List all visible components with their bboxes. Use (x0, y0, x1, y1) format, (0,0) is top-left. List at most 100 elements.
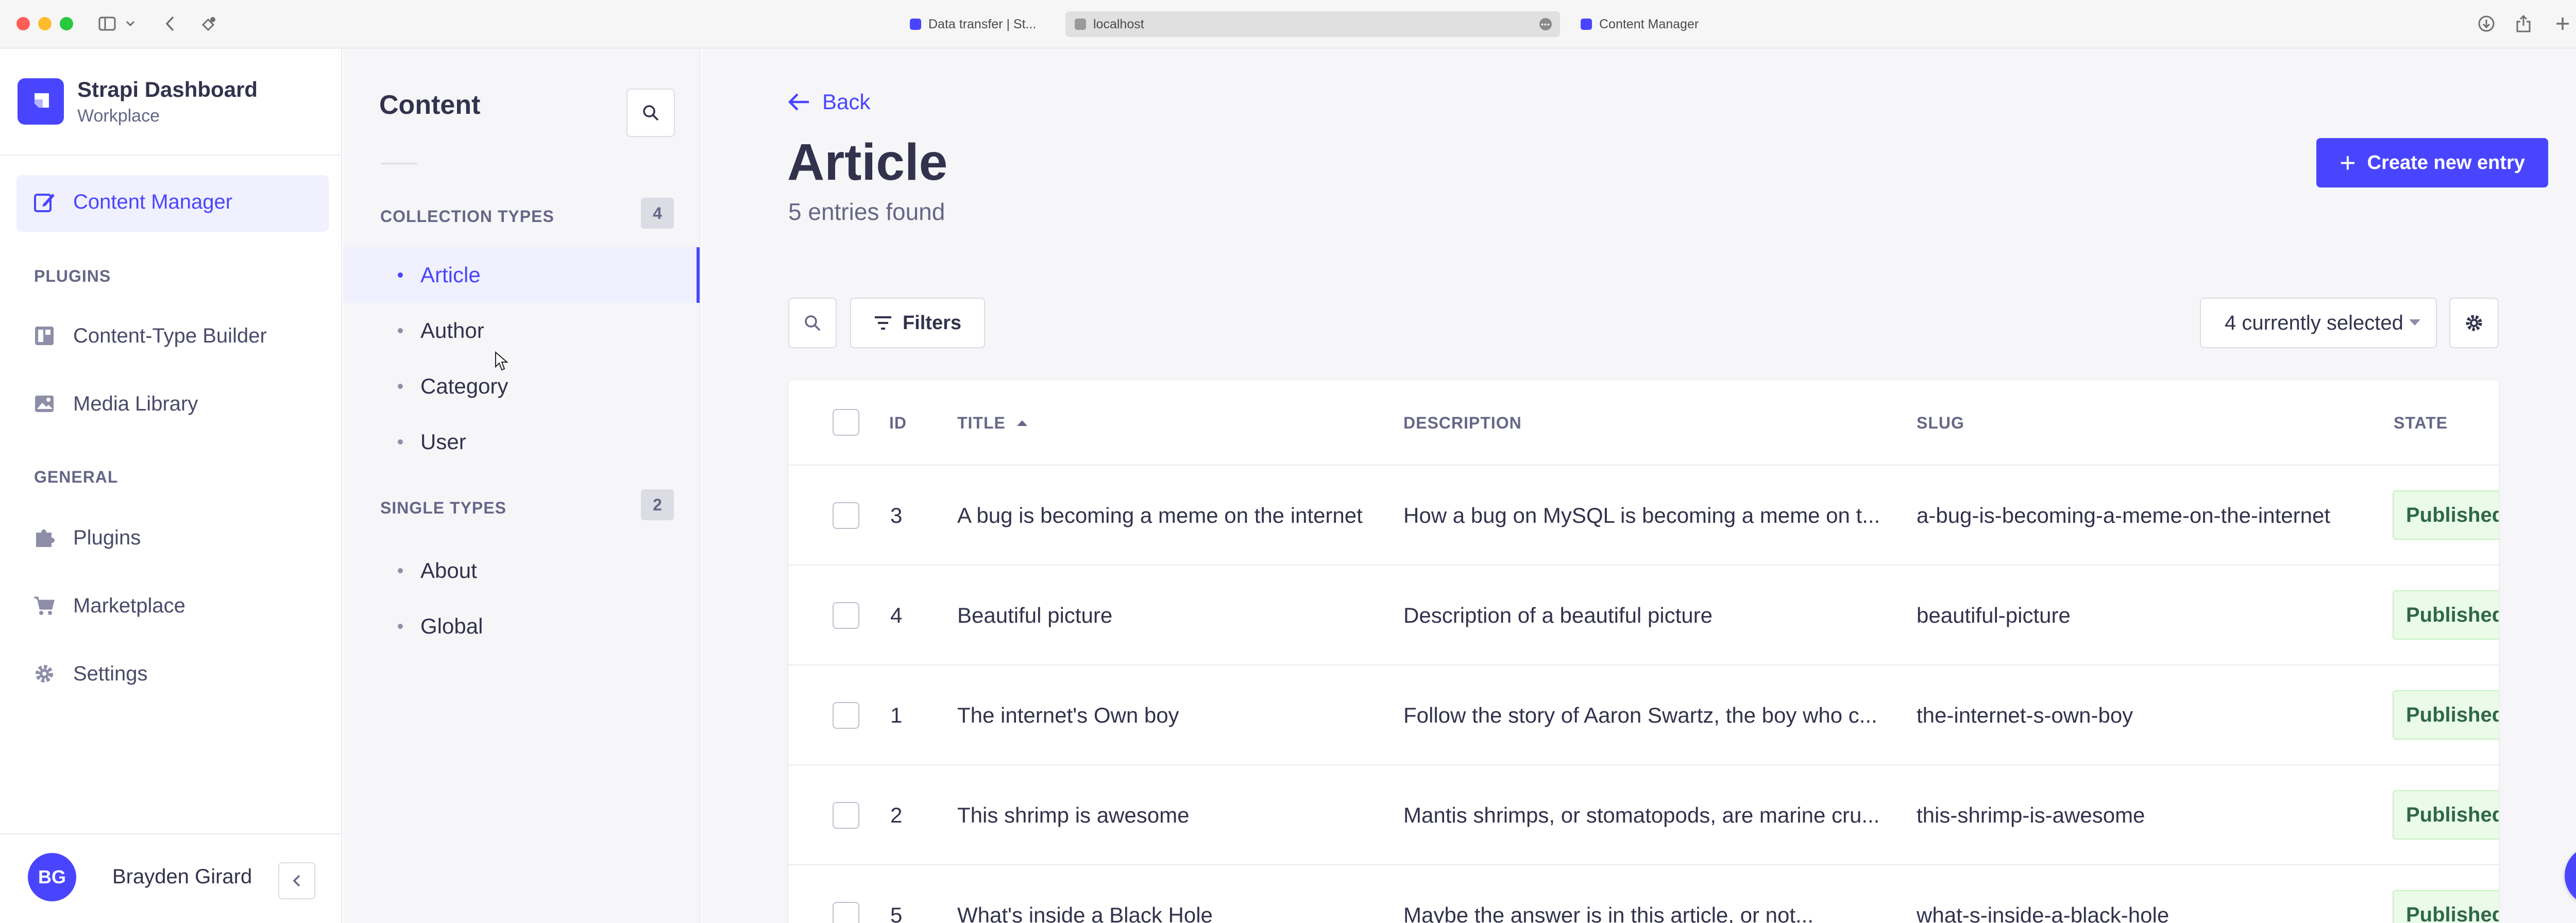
cell-slug: the-internet-s-own-boy (1917, 703, 2133, 727)
nav-label: Plugins (73, 526, 141, 549)
subnav-item-global[interactable]: Global (398, 599, 483, 654)
nav-item-marketplace[interactable]: Marketplace (31, 592, 185, 619)
status-badge: Published (2393, 590, 2499, 640)
columns-select-value: 4 currently selected (2225, 311, 2403, 334)
cell-title: A bug is becoming a meme on the internet (957, 503, 1363, 527)
section-heading-single-types: SINGLE TYPES (380, 499, 506, 517)
active-item-highlight (343, 247, 700, 303)
cell-description: Follow the story of Aaron Swartz, the bo… (1403, 703, 1877, 727)
filters-button[interactable]: Filters (850, 298, 985, 348)
table-row[interactable]: 3 A bug is becoming a meme on the intern… (788, 466, 2499, 566)
column-header-state[interactable]: STATE (2394, 380, 2448, 466)
main-navigation: Strapi Dashboard Workplace Content Manag… (0, 48, 342, 923)
table-row[interactable]: 5 What's inside a Black Hole Maybe the a… (788, 865, 2499, 923)
search-icon (805, 315, 821, 331)
plus-icon: + (2340, 147, 2356, 178)
column-header-id[interactable]: ID (889, 380, 907, 466)
avatar[interactable]: BG (28, 853, 76, 901)
status-badge: Published (2393, 490, 2499, 540)
brand-subtitle: Workplace (77, 106, 160, 126)
share-icon[interactable] (2512, 11, 2535, 36)
nav-item-plugins[interactable]: Plugins (31, 524, 141, 551)
select-all-checkbox[interactable] (833, 409, 859, 436)
nav-item-content-type-builder[interactable]: Content-Type Builder (31, 322, 267, 349)
back-link[interactable]: Back (787, 90, 870, 114)
row-checkbox[interactable] (833, 902, 859, 923)
user-name[interactable]: Brayden Girard (112, 865, 252, 888)
column-header-description[interactable]: DESCRIPTION (1403, 380, 1522, 466)
chevron-down-icon[interactable] (123, 11, 138, 36)
zoom-window-button[interactable] (60, 17, 73, 30)
back-icon[interactable] (160, 11, 180, 36)
shopping-cart-icon (31, 592, 58, 619)
page-title: Article (787, 133, 948, 191)
tab-title: Data transfer | St... (928, 16, 1037, 31)
row-checkbox[interactable] (833, 602, 859, 629)
subnav-label: Global (420, 614, 483, 638)
subnav-title: Content (379, 90, 481, 120)
table-row[interactable]: 1 The internet's Own boy Follow the stor… (788, 665, 2499, 765)
row-checkbox[interactable] (833, 702, 859, 729)
row-checkbox[interactable] (833, 502, 859, 529)
subnav-item-article[interactable]: Article (398, 247, 481, 303)
layout-icon (31, 322, 58, 349)
download-icon[interactable] (2475, 11, 2498, 36)
bullet-icon (398, 328, 403, 333)
subnav-item-about[interactable]: About (398, 543, 477, 599)
filter-icon (874, 316, 891, 330)
subnav-item-user[interactable]: User (398, 414, 466, 470)
minimize-window-button[interactable] (38, 17, 52, 30)
cell-title: Beautiful picture (957, 603, 1113, 627)
collection-count-badge: 4 (641, 198, 674, 229)
subnav-item-author[interactable]: Author (398, 303, 484, 358)
subnav-label: Category (420, 374, 509, 398)
browser-tab-data-transfer[interactable]: Data transfer | St... (901, 11, 1053, 37)
address-bar[interactable]: localhost (1093, 17, 1144, 32)
table-row[interactable]: 4 Beautiful picture Description of a bea… (788, 566, 2499, 665)
nav-item-settings[interactable]: Settings (31, 660, 148, 687)
strapi-favicon-icon (910, 19, 921, 30)
nav-item-media-library[interactable]: Media Library (31, 390, 198, 417)
content-navigation: Content COLLECTION TYPES 4 Article Autho… (343, 48, 701, 923)
subnav-label: Article (420, 263, 481, 287)
browser-toolbar: Data transfer | St... localhost ••• Cont… (0, 0, 2576, 48)
bullet-icon (398, 439, 403, 445)
create-new-entry-button[interactable]: + Create new entry (2316, 138, 2548, 187)
section-heading-general: GENERAL (34, 468, 118, 486)
cell-slug: beautiful-picture (1917, 603, 2071, 627)
cell-description: Description of a beautiful picture (1403, 603, 1713, 627)
close-window-button[interactable] (16, 17, 30, 30)
create-label: Create new entry (2367, 151, 2525, 174)
column-header-slug[interactable]: SLUG (1917, 380, 1964, 466)
browser-tab-content-manager[interactable]: Content Manager (1571, 11, 1729, 37)
nav-label: Content-Type Builder (73, 324, 267, 347)
column-header-title-label: TITLE (957, 413, 1006, 432)
row-checkbox[interactable] (833, 802, 859, 829)
table-row[interactable]: 2 This shrimp is awesome Mantis shrimps,… (788, 765, 2499, 865)
column-header-title[interactable]: TITLE (957, 380, 1027, 466)
subnav-search-button[interactable] (626, 89, 675, 137)
subnav-item-category[interactable]: Category (398, 358, 508, 414)
nav-item-content-manager[interactable]: Content Manager (31, 189, 232, 215)
table-search-button[interactable] (788, 298, 837, 348)
columns-select[interactable]: 4 currently selected (2200, 298, 2437, 348)
strapi-favicon-icon (1581, 19, 1592, 30)
chevron-left-icon (293, 875, 300, 887)
status-badge: Published (2393, 890, 2499, 923)
strapi-logo (18, 78, 64, 125)
status-badge: Published (2393, 790, 2499, 840)
status-badge: Published (2393, 690, 2499, 740)
collapse-sidebar-button[interactable] (278, 862, 315, 899)
browser-tab-localhost[interactable]: localhost ••• (1065, 11, 1560, 37)
subnav-label: About (420, 558, 477, 583)
section-heading-plugins: PLUGINS (34, 267, 111, 285)
new-tab-icon[interactable] (2551, 11, 2574, 36)
puzzle-icon (31, 524, 58, 551)
sidebar-toggle-icon[interactable] (95, 11, 120, 36)
entries-count: 5 entries found (788, 198, 945, 225)
more-icon[interactable]: ••• (1539, 18, 1552, 30)
cell-slug: this-shrimp-is-awesome (1917, 803, 2145, 827)
list-settings-button[interactable] (2449, 298, 2499, 348)
extension-icon[interactable] (198, 11, 221, 36)
gear-icon (31, 660, 58, 687)
